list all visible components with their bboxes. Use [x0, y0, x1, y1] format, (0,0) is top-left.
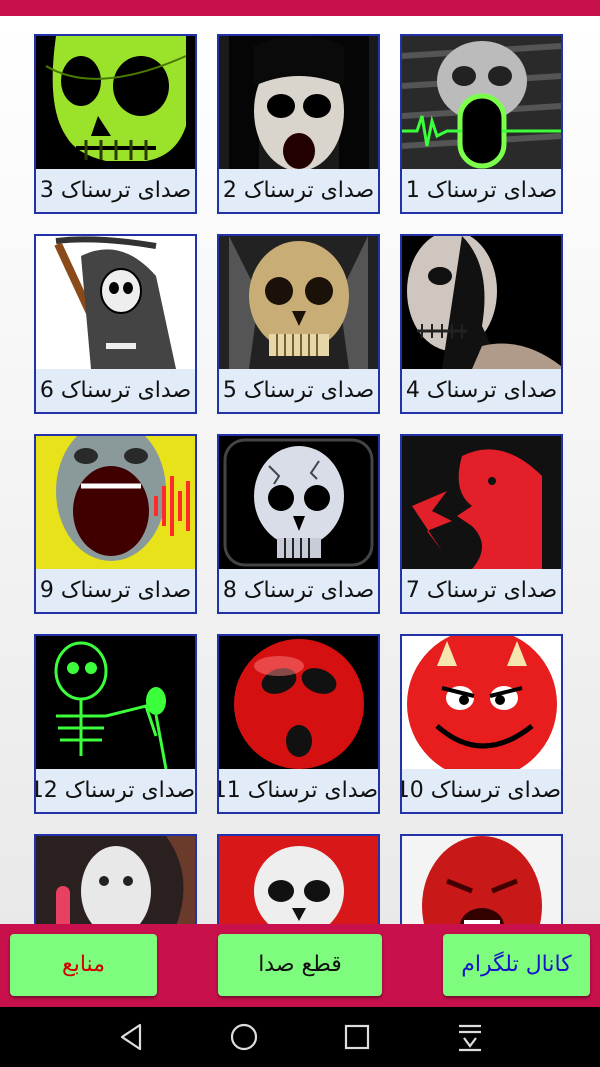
- telegram-channel-button[interactable]: کانال تلگرام: [443, 934, 590, 996]
- tile-label: صدای ترسناک 12: [36, 769, 195, 812]
- tile-label: صدای ترسناک 3: [36, 169, 195, 212]
- action-bar: منابع قطع صدا کانال تلگرام: [0, 924, 600, 1007]
- hockey-mask-icon: [36, 836, 195, 924]
- sound-tile-1[interactable]: صدای ترسناک 1: [400, 34, 563, 214]
- sound-tile-11[interactable]: صدای ترسناک 11: [217, 634, 380, 814]
- system-navigation-bar: [0, 1007, 600, 1067]
- red-ghost-face-icon: [219, 636, 378, 769]
- sound-grid[interactable]: صدای ترسناک 3 صدای ترسناک 2 صدای ترسناک …: [0, 16, 600, 924]
- recents-icon[interactable]: [342, 1022, 372, 1052]
- red-screaming-head-icon: [402, 436, 561, 569]
- sources-button[interactable]: منابع: [10, 934, 157, 996]
- sound-tile-13[interactable]: [400, 834, 563, 924]
- sound-tile-4[interactable]: صدای ترسناک 4: [400, 234, 563, 414]
- home-icon[interactable]: [229, 1022, 259, 1052]
- sound-tile-12[interactable]: صدای ترسناک 12: [34, 634, 197, 814]
- tile-label: صدای ترسناک 2: [219, 169, 378, 212]
- tile-label: صدای ترسناک 4: [402, 369, 561, 412]
- tile-label: صدای ترسناک 7: [402, 569, 561, 612]
- notification-pull-icon[interactable]: [455, 1022, 485, 1052]
- sound-tile-6[interactable]: صدای ترسناک 6: [34, 234, 197, 414]
- tile-label: صدای ترسناک 11: [219, 769, 378, 812]
- red-screaming-face-icon: [402, 836, 561, 924]
- tile-label: صدای ترسناک 8: [219, 569, 378, 612]
- sound-tile-10[interactable]: صدای ترسناک 10: [400, 634, 563, 814]
- sound-tile-14[interactable]: [217, 834, 380, 924]
- tile-label: صدای ترسناک 10: [402, 769, 561, 812]
- sound-tile-5[interactable]: صدای ترسناک 5: [217, 234, 380, 414]
- tile-label: صدای ترسناک 1: [402, 169, 561, 212]
- sound-tile-9[interactable]: صدای ترسناک 9: [34, 434, 197, 614]
- skeleton-microphone-icon: [36, 636, 195, 769]
- stop-sound-button[interactable]: قطع صدا: [218, 934, 382, 996]
- golden-skull-icon: [219, 236, 378, 369]
- sound-tile-7[interactable]: صدای ترسناک 7: [400, 434, 563, 614]
- white-skull-icon: [219, 436, 378, 569]
- grim-reaper-icon: [36, 236, 195, 369]
- red-devil-smiley-icon: [402, 636, 561, 769]
- skull-face-paint-icon: [402, 236, 561, 369]
- tile-label: صدای ترسناک 6: [36, 369, 195, 412]
- screaming-face-icon: [36, 436, 195, 569]
- sound-tile-3[interactable]: صدای ترسناک 3: [34, 34, 197, 214]
- ghost-girl-icon: [219, 36, 378, 169]
- red-skull-icon: [219, 836, 378, 924]
- back-icon[interactable]: [116, 1022, 146, 1052]
- sound-tile-8[interactable]: صدای ترسناک 8: [217, 434, 380, 614]
- status-bar: [0, 0, 600, 16]
- sound-tile-2[interactable]: صدای ترسناک 2: [217, 34, 380, 214]
- tile-label: صدای ترسناک 9: [36, 569, 195, 612]
- skull-microphone-icon: [402, 36, 561, 169]
- tile-label: صدای ترسناک 5: [219, 369, 378, 412]
- green-skull-icon: [36, 36, 195, 169]
- sound-tile-15[interactable]: [34, 834, 197, 924]
